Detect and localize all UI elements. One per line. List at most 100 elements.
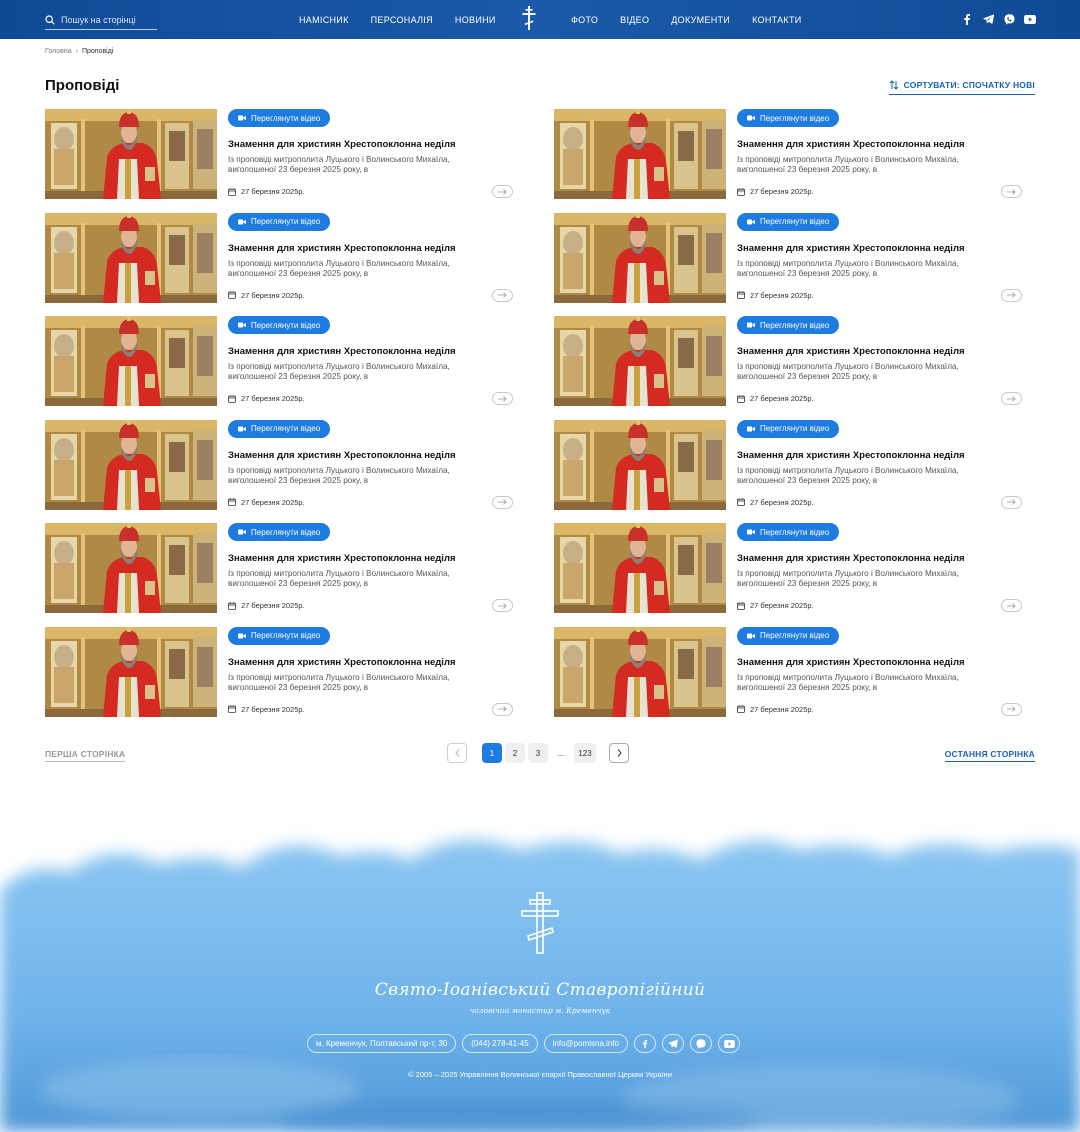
last-page-link[interactable]: ОСТАННЯ СТОРІНКА xyxy=(944,749,1035,762)
open-sermon-button[interactable] xyxy=(1001,185,1022,198)
sermon-thumbnail[interactable] xyxy=(45,212,217,303)
sermon-card[interactable]: Переглянути відео Знамення для християн … xyxy=(45,626,515,717)
sermon-card[interactable]: Переглянути відео Знамення для християн … xyxy=(554,212,1024,303)
sermon-thumbnail[interactable] xyxy=(554,419,726,510)
search-icon xyxy=(45,15,55,25)
sermon-card[interactable]: Переглянути відео Знамення для християн … xyxy=(45,316,515,406)
watch-video-badge[interactable]: Переглянути відео xyxy=(228,523,331,541)
footer-email[interactable]: info@pomisna.info xyxy=(543,1034,629,1053)
footer-viber-icon[interactable] xyxy=(690,1034,713,1053)
page-1-button[interactable]: 1 xyxy=(482,743,502,763)
nav-video[interactable]: ВІДЕО xyxy=(620,15,649,25)
sermon-title[interactable]: Знамення для християн Хрестопоклонна нед… xyxy=(737,450,965,461)
sermon-title[interactable]: Знамення для християн Хрестопоклонна нед… xyxy=(737,657,965,668)
open-sermon-button[interactable] xyxy=(1001,599,1022,612)
open-sermon-button[interactable] xyxy=(1001,392,1022,405)
telegram-icon[interactable] xyxy=(982,13,994,25)
watch-video-badge[interactable]: Переглянути відео xyxy=(737,523,840,541)
prev-page-button[interactable] xyxy=(447,743,467,763)
watch-video-badge[interactable]: Переглянути відео xyxy=(228,109,331,127)
breadcrumb-home[interactable]: Головна xyxy=(45,48,72,55)
sermon-card[interactable]: Переглянути відео Знамення для християн … xyxy=(554,523,1024,613)
watch-video-badge[interactable]: Переглянути відео xyxy=(737,419,840,438)
open-sermon-button[interactable] xyxy=(492,288,513,302)
sermon-title[interactable]: Знамення для християн Хрестопоклонна нед… xyxy=(737,139,965,150)
search-input[interactable] xyxy=(61,15,153,25)
open-sermon-button[interactable] xyxy=(492,185,513,198)
nav-dokumenty[interactable]: ДОКУМЕНТИ xyxy=(671,15,730,25)
sermon-thumbnail[interactable] xyxy=(554,109,726,199)
sermon-thumbnail[interactable] xyxy=(45,523,217,613)
youtube-icon[interactable] xyxy=(1024,13,1036,25)
footer-telegram-icon[interactable] xyxy=(662,1034,685,1053)
nav-novyny[interactable]: НОВИНИ xyxy=(455,15,496,25)
sermon-card[interactable]: Переглянути відео Знамення для християн … xyxy=(554,316,1024,406)
sermon-card[interactable]: Переглянути відео Знамення для християн … xyxy=(45,419,515,510)
watch-video-label: Переглянути відео xyxy=(251,320,321,330)
sermon-card[interactable]: Переглянути відео Знамення для християн … xyxy=(45,523,515,613)
sermon-thumbnail[interactable] xyxy=(554,523,726,613)
sermon-card[interactable]: Переглянути відео Знамення для християн … xyxy=(554,109,1024,199)
sermon-thumbnail[interactable] xyxy=(554,212,726,303)
sermon-description: Із проповіді митрополита Луцького і Воли… xyxy=(228,569,450,588)
open-sermon-button[interactable] xyxy=(492,702,513,716)
calendar-icon xyxy=(228,498,236,506)
watch-video-badge[interactable]: Переглянути відео xyxy=(228,626,331,645)
calendar-icon xyxy=(737,601,745,610)
open-sermon-button[interactable] xyxy=(1001,702,1022,716)
sermon-card[interactable]: Переглянути відео Знамення для християн … xyxy=(554,419,1024,510)
first-page-link[interactable]: ПЕРША СТОРІНКА xyxy=(45,749,126,762)
sermon-title[interactable]: Знамення для християн Хрестопоклонна нед… xyxy=(228,450,456,461)
sermon-title[interactable]: Знамення для християн Хрестопоклонна нед… xyxy=(228,553,456,564)
orthodox-cross-logo-icon[interactable] xyxy=(521,6,537,30)
calendar-icon xyxy=(737,498,745,506)
sermon-title[interactable]: Знамення для християн Хрестопоклонна нед… xyxy=(228,657,456,668)
watch-video-badge[interactable]: Переглянути відео xyxy=(737,212,840,231)
sermon-title[interactable]: Знамення для християн Хрестопоклонна нед… xyxy=(737,346,965,357)
open-sermon-button[interactable] xyxy=(492,495,513,509)
sermon-thumbnail[interactable] xyxy=(45,316,217,406)
page-last-number-button[interactable]: 123 xyxy=(574,743,596,763)
page-2-button[interactable]: 2 xyxy=(505,743,525,763)
watch-video-badge[interactable]: Переглянути відео xyxy=(228,419,331,438)
facebook-icon[interactable] xyxy=(961,13,973,25)
nav-kontakty[interactable]: КОНТАКТИ xyxy=(752,15,801,25)
open-sermon-button[interactable] xyxy=(492,392,513,405)
sermon-thumbnail[interactable] xyxy=(45,419,217,510)
footer-facebook-icon[interactable] xyxy=(634,1034,657,1053)
calendar-icon xyxy=(737,187,745,196)
sort-button[interactable]: СОРТУВАТИ: СПОЧАТКУ НОВІ xyxy=(888,80,1035,95)
sermon-thumbnail[interactable] xyxy=(554,626,726,717)
sermon-card[interactable]: Переглянути відео Знамення для християн … xyxy=(45,212,515,303)
sermon-thumbnail[interactable] xyxy=(45,626,217,717)
watch-video-badge[interactable]: Переглянути відео xyxy=(737,626,840,645)
nav-personalia[interactable]: ПЕРСОНАЛІЯ xyxy=(371,15,433,25)
footer-address[interactable]: м. Кременчук, Полтавський пр-т, 30 xyxy=(307,1034,457,1053)
sermon-title[interactable]: Знамення для християн Хрестопоклонна нед… xyxy=(228,139,456,150)
sermon-date: 27 березня 2025р. xyxy=(737,601,814,610)
nav-foto[interactable]: ФОТО xyxy=(571,15,598,25)
next-page-button[interactable] xyxy=(609,743,629,763)
sermon-title[interactable]: Знамення для християн Хрестопоклонна нед… xyxy=(737,243,965,254)
sermon-title[interactable]: Знамення для християн Хрестопоклонна нед… xyxy=(737,553,965,564)
sermon-thumbnail[interactable] xyxy=(45,109,217,199)
watch-video-badge[interactable]: Переглянути відео xyxy=(228,316,331,334)
watch-video-badge[interactable]: Переглянути відео xyxy=(737,109,840,127)
open-sermon-button[interactable] xyxy=(492,599,513,612)
open-sermon-button[interactable] xyxy=(1001,288,1022,302)
footer-youtube-icon[interactable] xyxy=(718,1034,741,1053)
nav-namisnyk[interactable]: НАМІСНИК xyxy=(299,15,349,25)
sermon-title[interactable]: Знамення для християн Хрестопоклонна нед… xyxy=(228,346,456,357)
sermon-thumbnail[interactable] xyxy=(554,316,726,406)
footer-phone[interactable]: (044) 278-41-45 xyxy=(462,1034,538,1053)
watch-video-badge[interactable]: Переглянути відео xyxy=(228,212,331,231)
sermon-date-text: 27 березня 2025р. xyxy=(750,497,814,507)
watch-video-badge[interactable]: Переглянути відео xyxy=(737,316,840,334)
sermon-title[interactable]: Знамення для християн Хрестопоклонна нед… xyxy=(228,243,456,254)
video-camera-icon xyxy=(238,219,246,224)
page-3-button[interactable]: 3 xyxy=(528,743,548,763)
sermon-card[interactable]: Переглянути відео Знамення для християн … xyxy=(554,626,1024,717)
open-sermon-button[interactable] xyxy=(1001,495,1022,509)
sermon-card[interactable]: Переглянути відео Знамення для християн … xyxy=(45,109,515,199)
viber-icon[interactable] xyxy=(1003,13,1015,25)
